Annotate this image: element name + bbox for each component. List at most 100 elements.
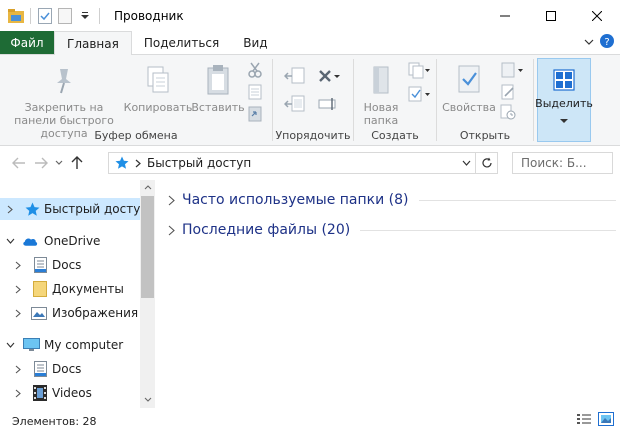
pin-icon (51, 63, 77, 97)
open-with-icon[interactable] (499, 61, 525, 79)
tab-view[interactable]: Вид (231, 31, 279, 54)
recent-files-header[interactable]: Последние файлы (20) (164, 218, 616, 242)
explorer-icon[interactable] (6, 5, 26, 27)
chevron-right-icon (164, 193, 178, 207)
chevron-right-icon[interactable] (4, 203, 16, 215)
properties-label: Свойства (442, 101, 496, 114)
tree-label: Быстрый доступ (44, 202, 149, 216)
tree-item-quick-access[interactable]: Быстрый доступ (0, 198, 148, 220)
search-input[interactable]: Поиск: Б... (512, 152, 613, 174)
chevron-right-icon[interactable] (12, 363, 24, 375)
cut-icon[interactable] (246, 61, 264, 79)
copy-to-icon[interactable] (283, 95, 307, 113)
quick-access-star-icon (115, 156, 129, 170)
status-bar: Элементов: 28 (0, 408, 620, 434)
tree-label: My computer (44, 338, 124, 352)
svg-text:?: ? (604, 37, 609, 48)
window-title: Проводник (114, 8, 184, 23)
new-folder-button[interactable]: Новая папка (356, 63, 406, 127)
tree-item-docs[interactable]: Docs (0, 358, 140, 380)
address-bar[interactable]: Быстрый доступ (108, 152, 498, 174)
organize-group: Упорядочить (273, 55, 353, 145)
scroll-down-icon[interactable] (140, 392, 155, 407)
quick-access-toolbar (0, 0, 104, 31)
navigation-bar: Быстрый доступ Поиск: Б... (0, 146, 620, 180)
chevron-right-icon[interactable] (12, 283, 24, 295)
chevron-right-icon[interactable] (12, 259, 24, 271)
up-button[interactable] (66, 152, 88, 174)
forward-button[interactable] (30, 152, 52, 174)
history-icon[interactable] (499, 103, 517, 121)
copy-icon (145, 63, 171, 97)
tab-share[interactable]: Поделиться (132, 31, 231, 54)
properties-button[interactable]: Свойства (439, 63, 499, 114)
recent-locations-button[interactable] (52, 152, 66, 174)
tree-item-my-computer[interactable]: My computer (0, 334, 140, 356)
tree-item-docs[interactable]: Docs (0, 254, 140, 276)
toolbar-divider (30, 7, 31, 24)
move-to-icon[interactable] (283, 67, 307, 85)
document-icon (32, 257, 48, 273)
easy-access-icon[interactable] (406, 85, 432, 103)
tree-label: Docs (52, 258, 82, 272)
maximize-button[interactable] (528, 0, 574, 31)
copy-label: Копировать (123, 101, 193, 114)
tree-item-pictures[interactable]: Изображения (0, 302, 140, 324)
picture-icon (31, 305, 47, 321)
scroll-up-icon[interactable] (140, 180, 155, 195)
chevron-down-icon[interactable] (4, 235, 16, 247)
edit-icon[interactable] (499, 83, 517, 101)
ribbon-right-controls: ? (584, 31, 620, 54)
large-icons-view-icon[interactable] (598, 412, 614, 429)
monitor-icon (22, 337, 40, 353)
chevron-right-icon[interactable] (12, 307, 24, 319)
toolbar-divider (99, 7, 100, 24)
address-dropdown-icon[interactable] (457, 160, 475, 166)
tree-item-videos[interactable]: Videos (0, 382, 140, 404)
address-path: Быстрый доступ (147, 156, 252, 170)
nav-scrollbar[interactable] (140, 180, 155, 408)
open-group-label: Открыть (459, 129, 511, 142)
window-controls (482, 0, 620, 31)
properties-icon (456, 63, 482, 97)
ribbon-tabs: Файл Главная Поделиться Вид ? (0, 31, 620, 55)
help-icon[interactable]: ? (600, 34, 614, 51)
select-button[interactable]: Выделить (535, 58, 593, 142)
tab-home[interactable]: Главная (54, 31, 132, 55)
tree-item-documents[interactable]: Документы (0, 278, 140, 300)
chevron-down-icon[interactable] (4, 339, 16, 351)
scrollbar-thumb[interactable] (141, 196, 154, 298)
new-item-icon[interactable] (406, 61, 432, 79)
clipboard-group-label: Буфер обмена (94, 129, 178, 142)
close-button[interactable] (574, 0, 620, 31)
tree-label: Docs (52, 362, 82, 376)
rename-icon[interactable] (317, 95, 341, 113)
tree-label: OneDrive (44, 234, 101, 248)
new-folder-quick-icon[interactable] (55, 5, 75, 27)
tree-label: Документы (52, 282, 124, 296)
paste-button[interactable]: Вставить (191, 63, 245, 114)
frequent-folders-header[interactable]: Часто используемые папки (8) (164, 188, 616, 212)
back-button[interactable] (8, 152, 30, 174)
minimize-button[interactable] (482, 0, 528, 31)
star-icon (24, 201, 40, 217)
organize-group-label: Упорядочить (275, 129, 351, 142)
expand-ribbon-button[interactable] (584, 36, 594, 50)
tree-label: Videos (52, 386, 92, 400)
chevron-right-icon[interactable] (12, 387, 24, 399)
chevron-right-icon (164, 223, 178, 237)
properties-quick-icon[interactable] (35, 5, 55, 27)
delete-icon[interactable] (317, 67, 343, 85)
section-divider (360, 229, 616, 231)
refresh-icon[interactable] (475, 153, 497, 173)
copy-path-icon[interactable] (246, 83, 264, 101)
tree-item-onedrive[interactable]: OneDrive (0, 230, 140, 252)
tab-file[interactable]: Файл (0, 31, 54, 54)
customize-toolbar-icon[interactable] (75, 5, 95, 27)
paste-shortcut-icon[interactable] (246, 105, 264, 123)
details-view-icon[interactable] (576, 412, 592, 429)
copy-button[interactable]: Копировать (124, 63, 192, 114)
path-chevron-icon[interactable] (135, 159, 141, 168)
view-switcher (576, 412, 614, 429)
select-grid-icon (553, 63, 575, 97)
